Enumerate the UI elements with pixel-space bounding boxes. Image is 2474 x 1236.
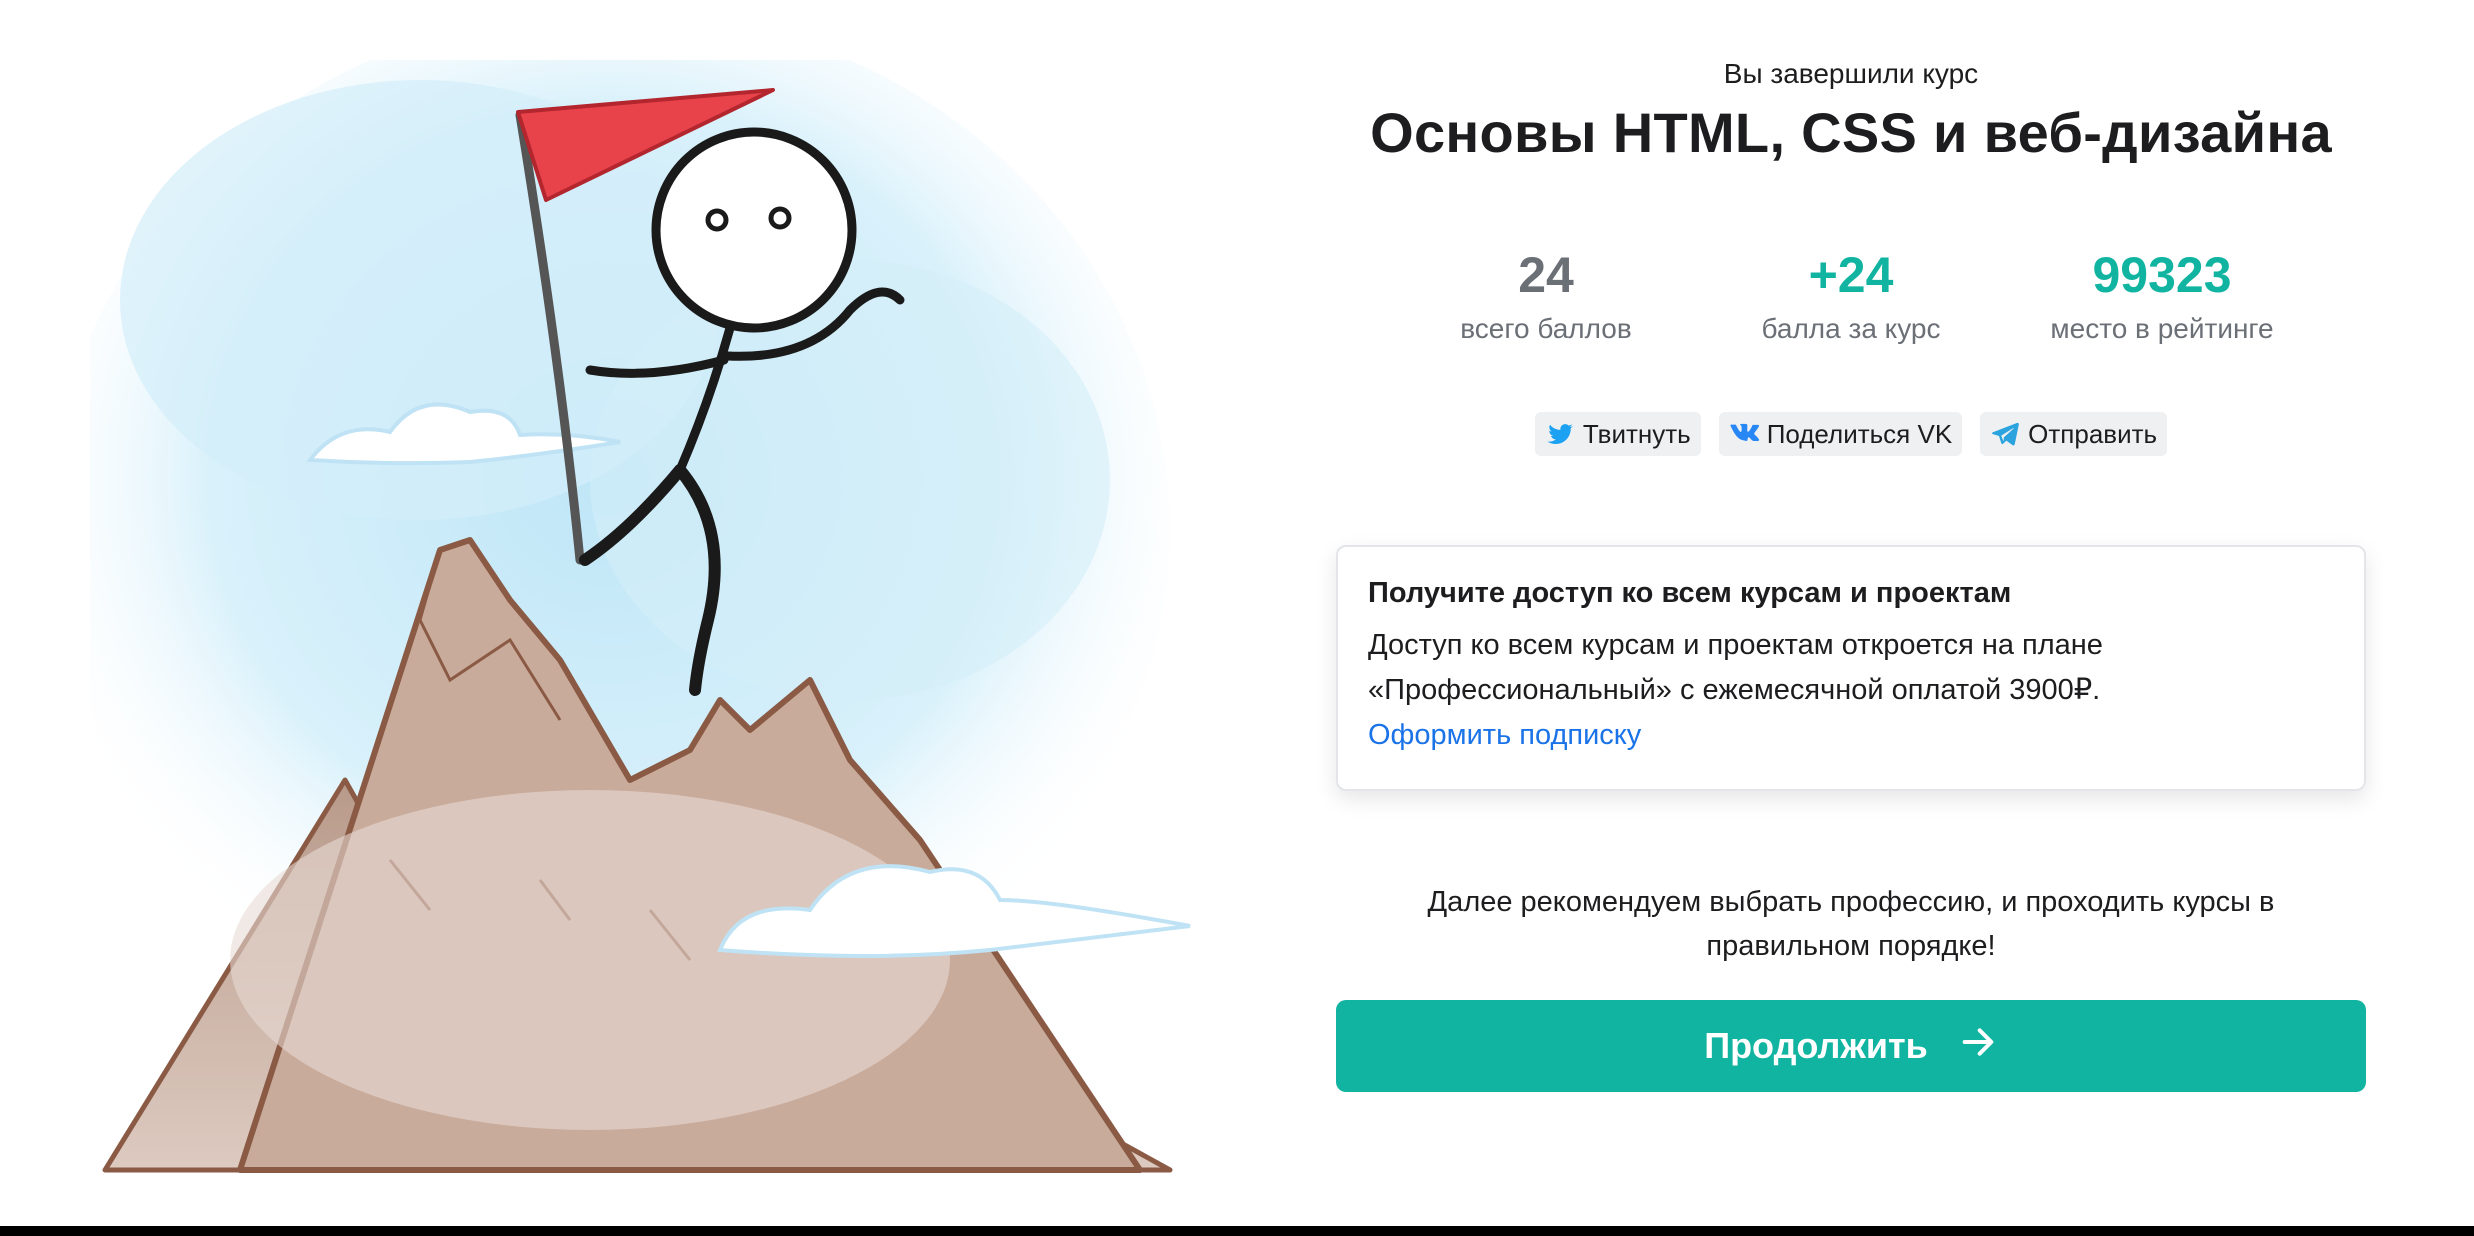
- stat-label: балла за курс: [1761, 313, 1941, 344]
- stat-label: всего баллов: [1460, 313, 1632, 344]
- send-telegram-button[interactable]: Отправить: [1980, 412, 2168, 456]
- promo-text-line: «Профессиональный» с ежемесячной оплатой…: [1368, 674, 2101, 706]
- continue-button[interactable]: Продолжить: [1336, 1000, 2366, 1092]
- stat-label: место в рейтинге: [2050, 313, 2274, 344]
- stat-total-points: 24 всего баллов: [1396, 244, 1696, 348]
- share-vk-label: Поделиться VK: [1766, 418, 1953, 449]
- recommendation-line: правильном порядке!: [1706, 930, 1996, 962]
- promo-text: Доступ ко всем курсам и проектам откроет…: [1368, 623, 2334, 713]
- subscribe-link[interactable]: Оформить подписку: [1368, 713, 1641, 757]
- course-title: Основы HTML, CSS и веб-дизайна: [1370, 101, 2332, 164]
- recommendation-line: Далее рекомендуем выбрать профессию, и п…: [1427, 886, 2275, 918]
- stat-value: 24: [1518, 247, 1574, 303]
- share-buttons: Твитнуть Поделиться VK Отправить: [1336, 412, 2366, 458]
- mountain-illustration: [90, 60, 1240, 1180]
- stat-value: 99323: [2092, 247, 2232, 303]
- telegram-icon: [1990, 419, 2020, 449]
- result-panel: Вы завершили курс Основы HTML, CSS и веб…: [1336, 0, 2366, 1226]
- bottom-border: [0, 1226, 2474, 1236]
- stat-rating-place: 99323 место в рейтинге: [2012, 244, 2312, 348]
- vk-icon: [1729, 419, 1759, 449]
- stat-value: +24: [1808, 247, 1894, 303]
- stats-row: 24 всего баллов +24 балла за курс 99323 …: [1336, 244, 2366, 354]
- subscription-promo-card: Получите доступ ко всем курсам и проекта…: [1336, 545, 2366, 791]
- send-telegram-label: Отправить: [2028, 418, 2158, 449]
- arrow-right-icon: [1958, 1022, 1998, 1071]
- promo-text-line: Доступ ко всем курсам и проектам откроет…: [1368, 629, 2103, 661]
- share-vk-button[interactable]: Поделиться VK: [1718, 412, 1963, 456]
- tweet-button[interactable]: Твитнуть: [1534, 412, 1701, 456]
- completion-eyebrow: Вы завершили курс: [1723, 58, 1979, 89]
- recommendation-text: Далее рекомендуем выбрать профессию, и п…: [1376, 880, 2326, 968]
- summit-stickman-image: [90, 60, 1191, 1173]
- twitter-icon: [1545, 419, 1575, 449]
- stat-course-points: +24 балла за курс: [1701, 244, 2001, 348]
- promo-title: Получите доступ ко всем курсам и проекта…: [1368, 577, 2012, 609]
- continue-label: Продолжить: [1704, 1025, 1928, 1066]
- course-complete-page: Вы завершили курс Основы HTML, CSS и веб…: [0, 0, 2474, 1236]
- tweet-label: Твитнуть: [1582, 418, 1691, 449]
